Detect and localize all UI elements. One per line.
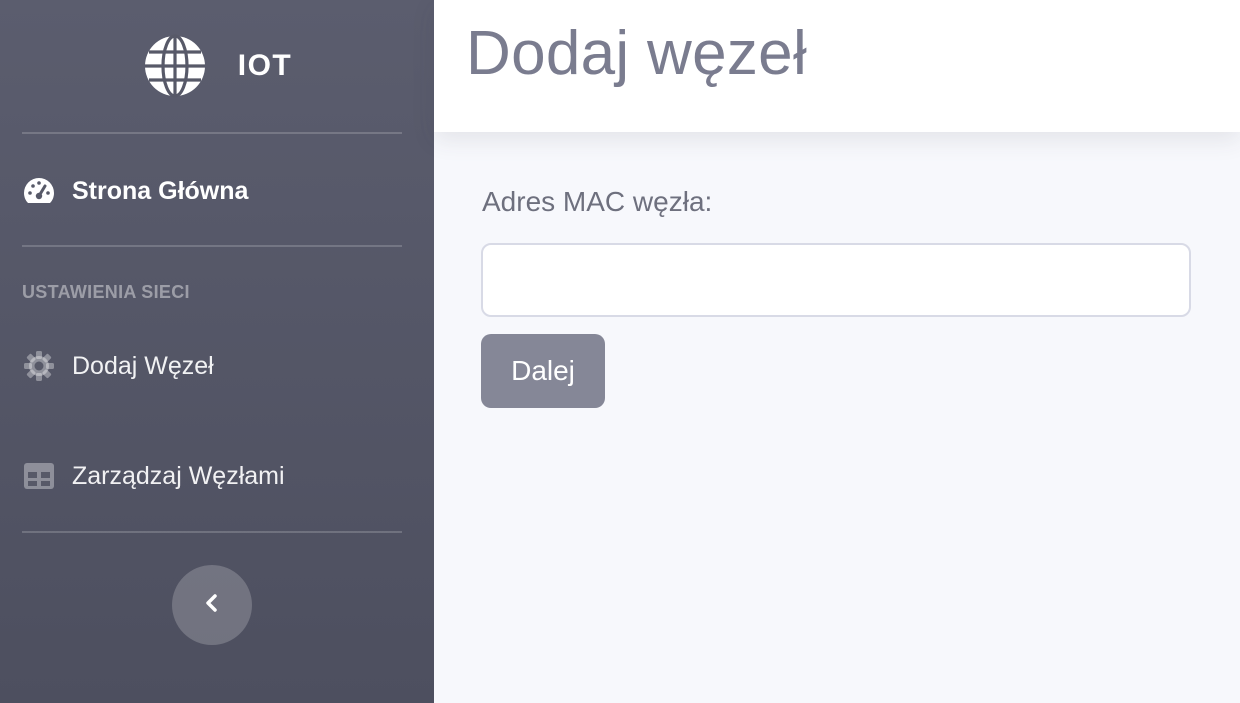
sidebar-item-manage-nodes[interactable]: Zarządzaj Węzłami bbox=[22, 451, 412, 501]
globe-icon bbox=[142, 33, 208, 99]
page-title: Dodaj węzeł bbox=[466, 19, 808, 88]
brand-title: IOT bbox=[237, 49, 293, 82]
brand-link[interactable]: IOT bbox=[0, 0, 434, 132]
mac-address-input[interactable] bbox=[481, 243, 1191, 317]
app-root: IOT Strona Główna USTAWIENIA SIECI Dodaj… bbox=[0, 0, 1240, 703]
sidebar: IOT Strona Główna USTAWIENIA SIECI Dodaj… bbox=[0, 0, 434, 703]
gear-icon bbox=[22, 349, 56, 383]
sidebar-item-home[interactable]: Strona Główna bbox=[22, 166, 412, 216]
sidebar-divider bbox=[22, 132, 402, 134]
sidebar-toggle-button[interactable] bbox=[172, 565, 252, 645]
sidebar-item-label: Strona Główna bbox=[72, 176, 249, 205]
dashboard-gauge-icon bbox=[22, 174, 56, 208]
sidebar-divider bbox=[22, 245, 402, 247]
sidebar-item-add-node[interactable]: Dodaj Węzeł bbox=[22, 341, 412, 391]
chevron-left-icon bbox=[204, 593, 220, 618]
table-icon bbox=[22, 459, 56, 493]
main-content: Adres MAC węzła: Dalej bbox=[434, 132, 1240, 703]
sidebar-divider bbox=[22, 531, 402, 533]
mac-address-label: Adres MAC węzła: bbox=[482, 186, 713, 217]
next-button[interactable]: Dalej bbox=[481, 334, 605, 408]
sidebar-item-label: Zarządzaj Węzłami bbox=[72, 461, 285, 490]
sidebar-heading: USTAWIENIA SIECI bbox=[22, 282, 190, 302]
sidebar-item-label: Dodaj Węzeł bbox=[72, 351, 214, 380]
topbar: Dodaj węzeł bbox=[434, 0, 1240, 132]
